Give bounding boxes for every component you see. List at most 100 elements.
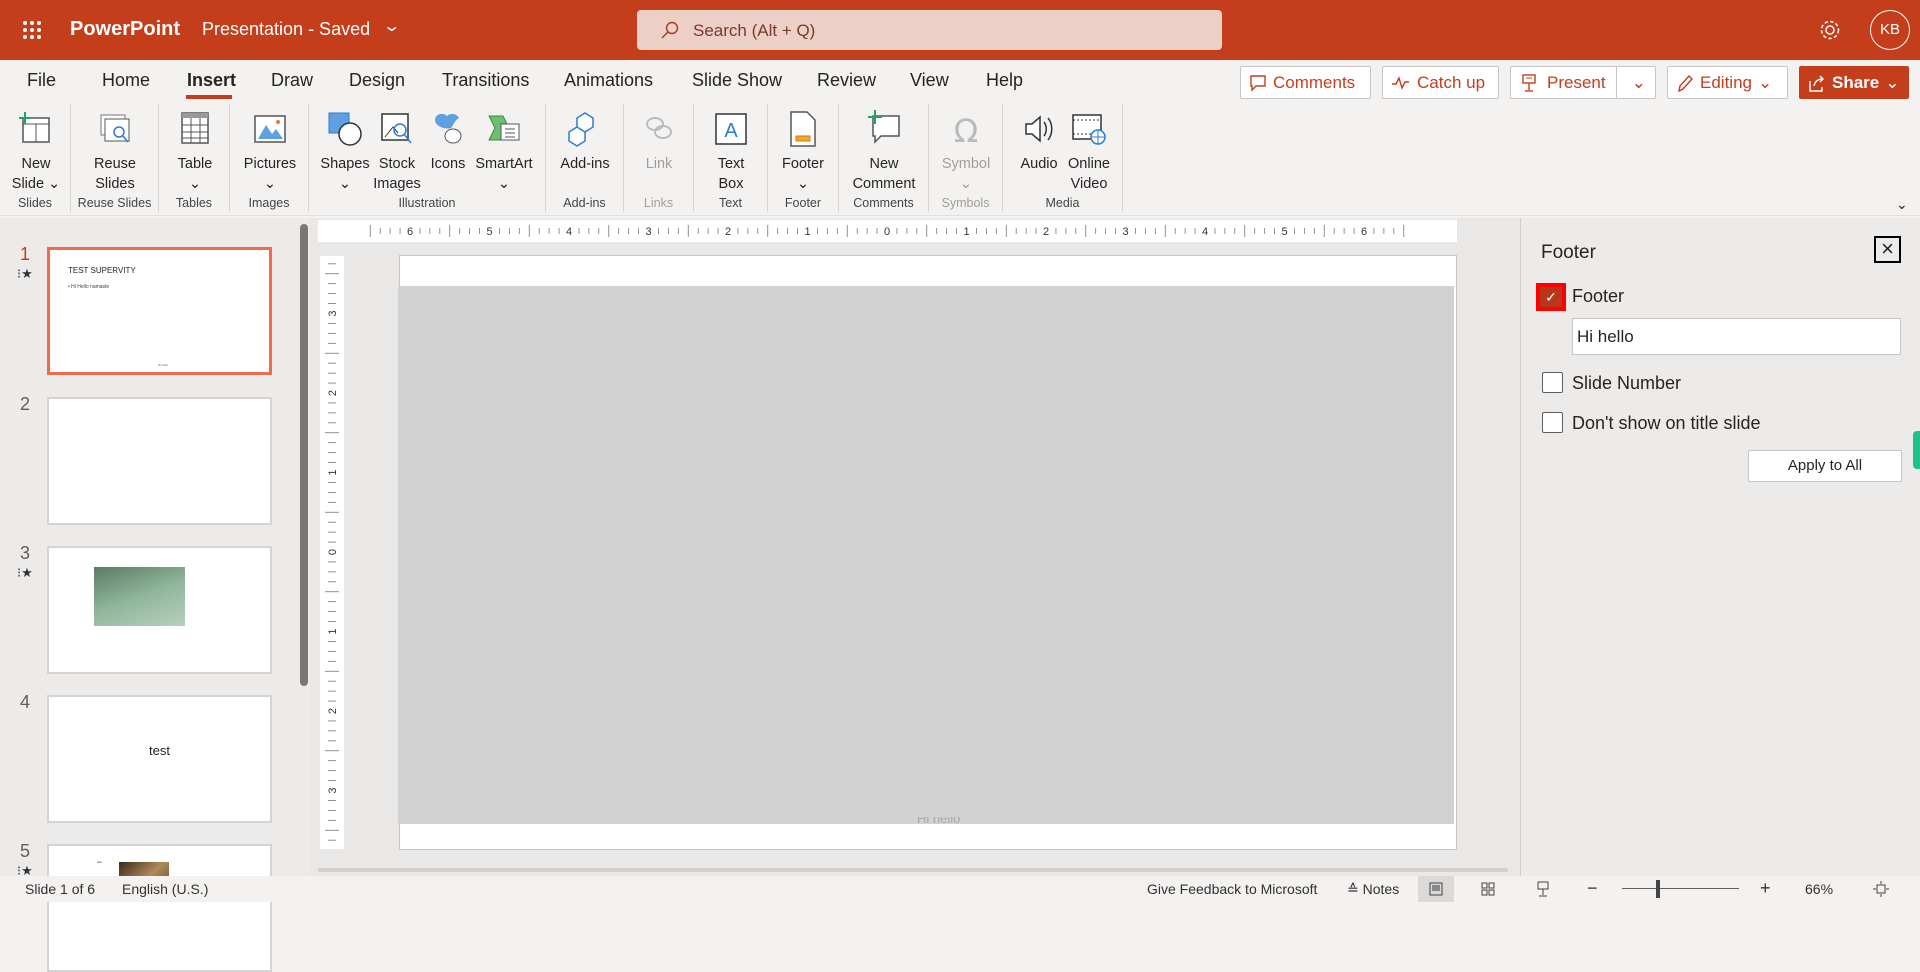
- ruler-tick-label: 3: [327, 310, 339, 316]
- footer-checkbox[interactable]: ✓: [1536, 283, 1566, 311]
- zoom-level[interactable]: 66%: [1805, 881, 1833, 897]
- editing-mode-button[interactable]: Editing ⌄: [1667, 66, 1788, 99]
- slide-canvas[interactable]: Hi hello: [398, 255, 1457, 850]
- fit-to-window-icon[interactable]: [1873, 881, 1889, 897]
- app-launcher-icon[interactable]: [22, 20, 42, 40]
- ribbon-group-comments: Comments New Comment: [839, 104, 929, 212]
- pictures-button[interactable]: Pictures ⌄: [230, 110, 310, 194]
- symbol-button[interactable]: Ω Symbol ⌄: [926, 110, 1006, 194]
- close-icon: ×: [1881, 236, 1894, 261]
- close-pane-button[interactable]: ×: [1874, 236, 1901, 263]
- footer-checkbox-label: Footer: [1572, 286, 1625, 306]
- slide-thumbnail-5[interactable]: test: [47, 844, 272, 972]
- horizontal-ruler: 6 5 4 3 2 1 0 1 2 3 4 5 6: [318, 220, 1457, 242]
- tab-animations[interactable]: Animations: [564, 70, 653, 91]
- zoom-slider[interactable]: [1622, 888, 1739, 889]
- ruler-tick-label: 1: [804, 226, 810, 238]
- avatar[interactable]: KB: [1870, 10, 1910, 50]
- tab-file[interactable]: File: [27, 70, 56, 91]
- online-video-button[interactable]: Online Video: [1049, 110, 1129, 194]
- new-comment-icon: [868, 110, 900, 144]
- dont-show-title-slide-label: Don't show on title slide: [1572, 413, 1761, 433]
- tab-review[interactable]: Review: [817, 70, 876, 91]
- tab-design[interactable]: Design: [349, 70, 405, 91]
- new-comment-button[interactable]: New Comment: [844, 110, 924, 194]
- dont-show-title-slide-checkbox[interactable]: [1542, 412, 1563, 433]
- table-button[interactable]: Table ⌄: [155, 110, 235, 194]
- ribbon-group-label: Footer: [784, 196, 822, 210]
- ribbon-group-tables: Tables Table ⌄: [159, 104, 230, 212]
- share-button[interactable]: Share ⌄: [1799, 66, 1909, 99]
- horizontal-scrollbar[interactable]: [318, 868, 1508, 872]
- tab-view[interactable]: View: [910, 70, 949, 91]
- thumbnail-scrollbar[interactable]: [300, 224, 308, 686]
- ribbon-group-reuse-slides: Reuse Slides Reuse Slides: [71, 104, 159, 212]
- chevron-down-icon[interactable]: ⌄: [382, 16, 401, 36]
- ribbon-group-label: Tables: [175, 196, 213, 210]
- tab-transitions[interactable]: Transitions: [442, 70, 529, 91]
- ribbon-group-label: Media: [1045, 196, 1080, 210]
- language-indicator[interactable]: English (U.S.): [122, 881, 208, 897]
- footer-text-input[interactable]: [1572, 318, 1901, 355]
- feedback-link[interactable]: Give Feedback to Microsoft: [1147, 881, 1317, 897]
- slide-thumbnail-3[interactable]: [47, 546, 272, 674]
- footer-button[interactable]: Footer ⌄: [763, 110, 843, 194]
- reuse-slides-button[interactable]: Reuse Slides: [75, 110, 155, 194]
- link-button[interactable]: Link: [619, 110, 699, 174]
- ribbon-group-media: Media Audio Online Video: [1003, 104, 1123, 212]
- thumb-bullet: • Hi Hello namaste: [68, 284, 110, 290]
- search-icon: [661, 21, 679, 39]
- normal-view-button[interactable]: [1418, 876, 1454, 902]
- tab-help[interactable]: Help: [986, 70, 1023, 91]
- search-box[interactable]: Search (Alt + Q): [637, 10, 1222, 50]
- ribbon-group-label: Slides: [17, 196, 53, 210]
- table-icon: [181, 112, 209, 144]
- present-options-chevron-icon[interactable]: ⌄: [1623, 73, 1655, 93]
- text-box-button[interactable]: A Text Box: [691, 110, 771, 194]
- zoom-slider-thumb[interactable]: [1656, 880, 1661, 898]
- side-tab-handle[interactable]: [1913, 431, 1920, 469]
- slide-footer-text[interactable]: Hi hello: [917, 817, 960, 827]
- button-label: Table: [177, 156, 213, 172]
- ruler-tick-label: 2: [327, 708, 339, 714]
- ruler-tick-label: 1: [327, 469, 339, 475]
- tab-insert[interactable]: Insert: [187, 70, 236, 91]
- document-title[interactable]: Presentation - Saved: [202, 19, 370, 40]
- settings-gear-icon[interactable]: [1818, 18, 1842, 42]
- slide-number: 4: [20, 692, 31, 712]
- app-name[interactable]: PowerPoint: [70, 18, 180, 41]
- button-label: ⌄: [188, 176, 202, 192]
- ruler-tick-label: 4: [1202, 226, 1208, 238]
- button-label: Reuse: [94, 156, 136, 172]
- smartart-button[interactable]: SmartArt ⌄: [464, 110, 544, 194]
- zoom-in-button[interactable]: +: [1760, 878, 1771, 899]
- catch-up-button[interactable]: Catch up: [1382, 66, 1499, 99]
- slide-number-checkbox[interactable]: [1542, 372, 1563, 393]
- slide-number: 3: [20, 543, 31, 563]
- slide-thumbnail-4[interactable]: test: [47, 695, 272, 823]
- slide-sorter-icon[interactable]: [1481, 882, 1495, 896]
- notes-button[interactable]: ≙ Notes: [1347, 881, 1399, 898]
- apply-to-all-button[interactable]: Apply to All: [1748, 450, 1902, 482]
- ruler-tick-label: 2: [725, 226, 731, 238]
- collapse-ribbon-chevron-icon[interactable]: ⌄: [1896, 196, 1908, 213]
- zoom-out-button[interactable]: −: [1587, 878, 1598, 899]
- ribbon-group-add-ins: Add-ins Add-ins: [546, 104, 624, 212]
- comments-button[interactable]: Comments: [1240, 66, 1371, 99]
- vertical-ruler: 3 2 1 0 1 2 3: [320, 256, 344, 849]
- slide-number: 2: [20, 394, 31, 414]
- add-ins-button[interactable]: Add-ins: [545, 110, 625, 174]
- present-button[interactable]: Present: [1511, 67, 1617, 98]
- reading-view-icon[interactable]: [1536, 881, 1550, 897]
- chevron-down-icon: ⌄: [1885, 72, 1900, 92]
- tab-draw[interactable]: Draw: [271, 70, 313, 91]
- slide-editor: 6 5 4 3 2 1 0 1 2 3 4 5 6 3 2 1 0 1 2 3 Hi hello: [310, 218, 1520, 876]
- content-placeholder[interactable]: [398, 286, 1454, 824]
- slide-thumbnail-1[interactable]: TEST SUPERVITY • Hi Hello namaste Hi hello: [47, 247, 272, 375]
- tab-home[interactable]: Home: [102, 70, 150, 91]
- link-icon: [646, 117, 672, 139]
- new-slide-button[interactable]: New Slide ⌄: [0, 110, 76, 194]
- slide-thumbnail-2[interactable]: [47, 397, 272, 525]
- tab-slide-show[interactable]: Slide Show: [692, 70, 782, 91]
- present-label: Present: [1547, 72, 1606, 92]
